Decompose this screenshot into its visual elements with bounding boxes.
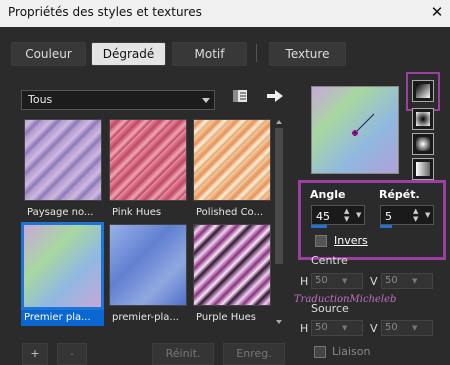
angle-value: 45 [316,210,330,223]
rectangular-gradient-type[interactable] [412,108,434,130]
scroll-down-icon[interactable] [274,317,284,327]
invert-checkbox[interactable] [315,235,327,247]
angle-slider[interactable] [311,225,327,228]
link-checkbox[interactable] [314,346,326,358]
chevron-down-icon[interactable]: ▼ [412,277,417,285]
source-v-value: 50 [385,322,398,333]
remove-button[interactable]: - [57,343,87,365]
thumbnail-label: Paysage no... [27,207,94,218]
scrollbar-thumb[interactable] [275,128,283,264]
thumbnail-polished-copper[interactable] [193,119,271,201]
repeat-spinner[interactable]: 5 ▲ ▼ ▼ [380,205,434,225]
center-h-value: 50 [315,275,328,286]
repeat-slider[interactable] [380,225,392,228]
center-h-spinner[interactable]: 50 ▼ [311,273,363,289]
window-title: Propriétés des styles et textures [8,5,202,19]
thumbnail-label: Polished Co... [196,207,264,218]
tab-degrade[interactable]: Dégradé [91,42,166,66]
source-v-spinner[interactable]: 50 ▼ [381,320,433,336]
link-label: Liaison [332,345,371,358]
chevron-down-icon[interactable]: ▼ [342,324,347,332]
thumbnail-premier-plan-selected[interactable] [21,222,104,310]
chevron-down-icon[interactable]: ▼ [412,324,417,332]
source-h-spinner[interactable]: 50 ▼ [311,320,363,336]
title-bar: Propriétés des styles et textures ✕ [0,0,450,27]
center-v-label: V [370,275,378,288]
center-v-value: 50 [385,275,398,286]
library-icon[interactable] [232,89,248,103]
category-value: Tous [28,93,53,106]
save-button[interactable]: Enreg. [223,343,285,365]
close-icon[interactable]: ✕ [428,3,446,21]
thumbnail-label: Pink Hues [112,207,162,218]
chevron-down-icon[interactable]: ▼ [356,211,361,219]
thumbnail-label: premier-pla... [112,312,179,323]
source-h-value: 50 [315,322,328,333]
angle-spinner[interactable]: 45 ▲ ▼ ▼ [311,205,365,225]
spin-down-icon[interactable]: ▼ [413,215,418,223]
angle-handle-icon[interactable] [312,87,398,173]
chevron-down-icon[interactable]: ▼ [425,211,430,219]
thumbnail-label-selected: Premier pla... [21,310,104,326]
thumbnail-pink-hues[interactable] [109,119,187,201]
tab-couleur[interactable]: Couleur [11,42,86,66]
category-dropdown[interactable]: Tous [21,90,215,110]
spin-down-icon[interactable]: ▼ [344,215,349,223]
source-label: Source [311,302,349,315]
thumbnail-purple-hues[interactable] [193,224,271,306]
spin-up-icon[interactable]: ▲ [344,207,349,215]
source-h-label: H [300,322,309,335]
sunburst-gradient-type[interactable] [412,133,434,155]
invert-label: Invers [334,234,368,247]
gradient-preview[interactable] [311,86,399,174]
arrow-right-icon[interactable] [266,88,284,104]
thumbnail-label: Purple Hues [196,312,256,323]
repeat-label: Répét. [379,188,420,201]
angle-label: Angle [310,188,346,201]
radial-gradient-type[interactable] [412,158,434,180]
thumbnail-premier-plan-2[interactable] [109,224,187,306]
chevron-down-icon [202,98,210,103]
source-v-label: V [370,322,378,335]
center-h-label: H [300,275,309,288]
spin-up-icon[interactable]: ▲ [413,207,418,215]
center-v-spinner[interactable]: 50 ▼ [381,273,433,289]
repeat-value: 5 [385,210,392,223]
reset-button[interactable]: Réinit. [152,343,214,365]
tab-texture[interactable]: Texture [269,42,346,66]
thumbnail-paysage[interactable] [24,119,102,201]
tab-separator [256,44,257,62]
chevron-down-icon[interactable]: ▼ [342,277,347,285]
add-button[interactable]: + [22,343,48,365]
scroll-up-icon[interactable] [274,117,284,127]
tab-motif[interactable]: Motif [172,42,247,66]
linear-gradient-type[interactable] [412,80,434,102]
center-label: Centre [311,254,348,267]
